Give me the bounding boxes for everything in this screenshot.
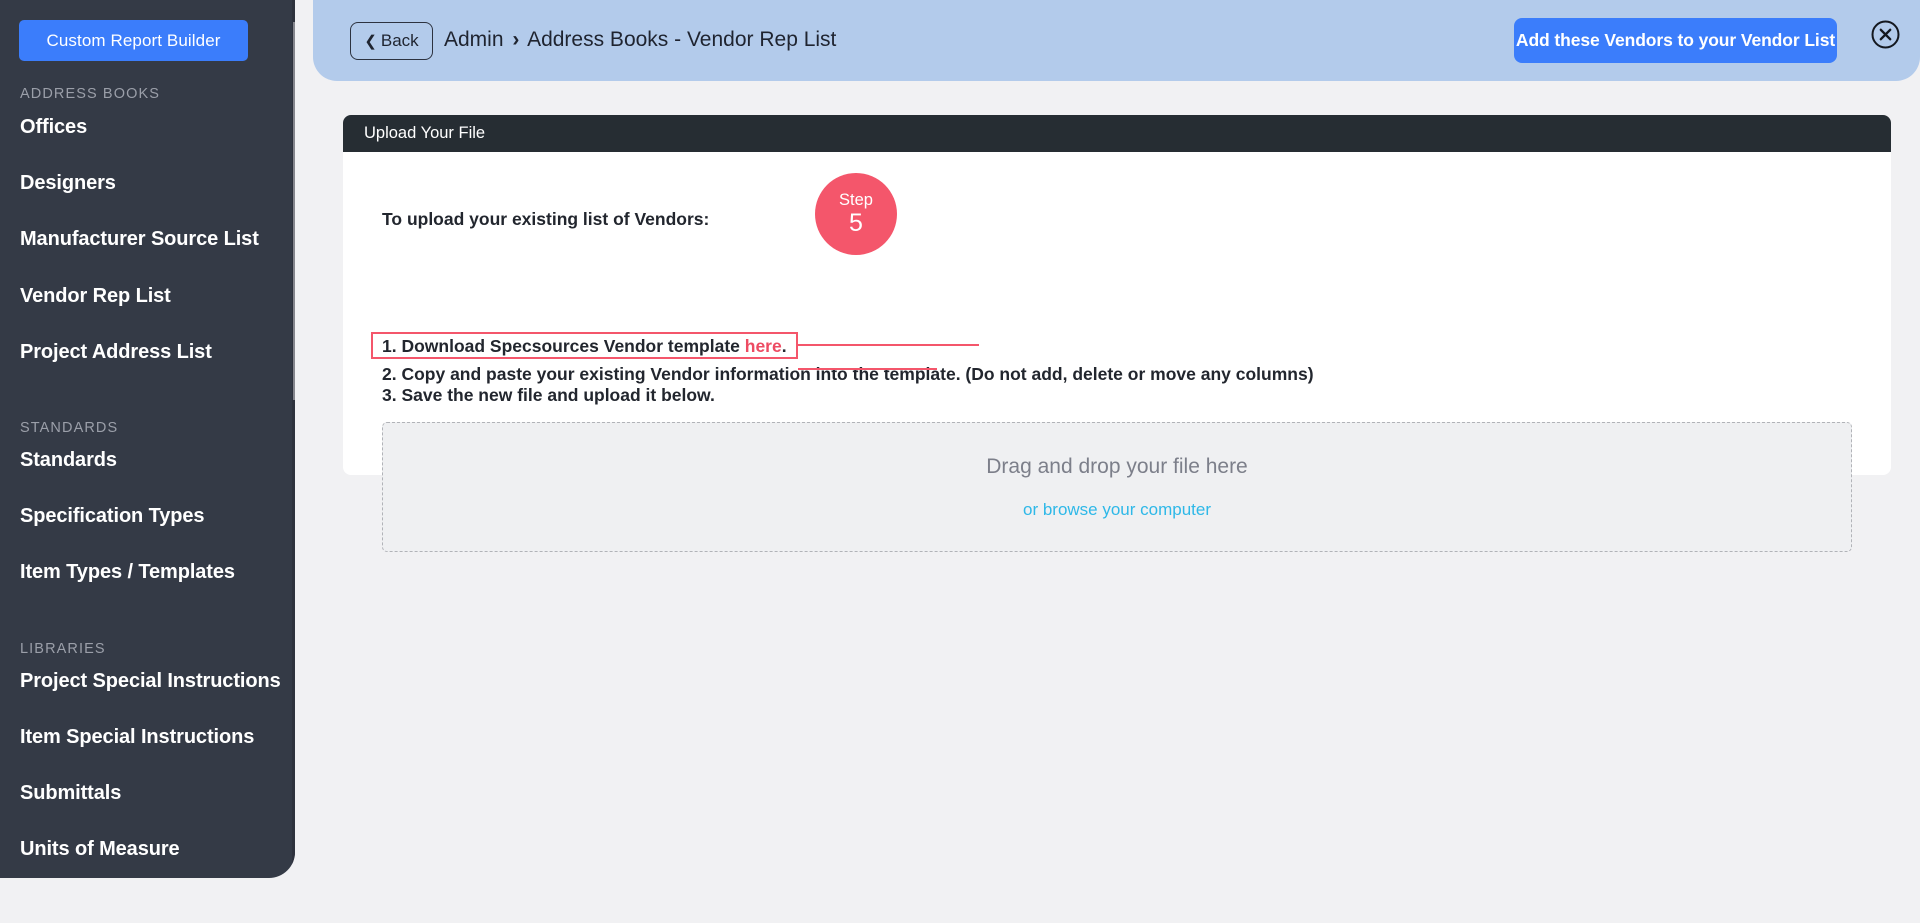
page-header-bar: ❮ Back Admin › Address Books - Vendor Re…: [313, 0, 1920, 81]
sidebar-item-project-address-list[interactable]: Project Address List: [20, 341, 212, 364]
sidebar-item-item-special-instructions[interactable]: Item Special Instructions: [20, 726, 254, 749]
sidebar-item-designers[interactable]: Designers: [20, 172, 116, 195]
sidebar-item-project-special-instructions[interactable]: Project Special Instructions: [20, 670, 281, 693]
sidebar-item-units-of-measure[interactable]: Units of Measure: [20, 838, 180, 861]
file-dropzone[interactable]: Drag and drop your file here or browse y…: [382, 422, 1852, 552]
instructions-step-1-text: 1. Download Specsources Vendor template: [382, 336, 745, 356]
instructions-intro: To upload your existing list of Vendors:: [382, 209, 710, 229]
browse-computer-link[interactable]: or browse your computer: [1023, 500, 1211, 520]
sidebar: Custom Report Builder ADDRESS BOOKS Offi…: [0, 0, 295, 878]
sidebar-item-vendor-rep-list[interactable]: Vendor Rep List: [20, 285, 171, 308]
sidebar-item-specification-types[interactable]: Specification Types: [20, 505, 205, 528]
chevron-left-icon: ❮: [364, 32, 377, 50]
close-circle-icon[interactable]: [1871, 20, 1900, 49]
download-template-link[interactable]: here: [745, 336, 782, 356]
custom-report-builder-button[interactable]: Custom Report Builder: [19, 20, 248, 61]
instructions-step-1-period: .: [781, 336, 787, 356]
sidebar-item-manufacturer-source-list[interactable]: Manufacturer Source List: [20, 228, 259, 251]
breadcrumb-separator: ›: [512, 28, 520, 51]
sidebar-item-standards[interactable]: Standards: [20, 449, 117, 472]
sidebar-item-offices[interactable]: Offices: [20, 116, 87, 139]
card-header: Upload Your File: [343, 115, 1891, 152]
upload-file-card: Upload Your File To upload your existing…: [343, 115, 1891, 552]
card-title: Upload Your File: [364, 124, 486, 142]
back-button-label: Back: [380, 31, 419, 50]
step-highlight-connector-line: [798, 344, 979, 346]
step-badge-number: 5: [849, 208, 863, 237]
sidebar-item-submittals[interactable]: Submittals: [20, 782, 121, 805]
app-root: Custom Report Builder ADDRESS BOOKS Offi…: [0, 0, 1920, 923]
step-badge-word: Step: [839, 191, 873, 210]
add-vendors-to-list-button[interactable]: Add these Vendors to your Vendor List: [1514, 18, 1837, 63]
sidebar-section-label-libraries: LIBRARIES: [20, 641, 106, 657]
chevron-up-icon[interactable]: ▲: [293, 2, 295, 22]
back-button[interactable]: ❮ Back: [350, 22, 433, 60]
instructions-step-3: 3. Save the new file and upload it below…: [382, 385, 715, 405]
chevron-down-icon[interactable]: ▼: [293, 856, 295, 876]
instructions-step-1: 1. Download Specsources Vendor template …: [382, 336, 787, 357]
sidebar-section-label-standards: STANDARDS: [20, 420, 119, 436]
sidebar-section-label-address-books: ADDRESS BOOKS: [20, 86, 160, 102]
breadcrumb: Admin › Address Books - Vendor Rep List: [444, 28, 836, 52]
instructions-step-2: 2. Copy and paste your existing Vendor i…: [382, 364, 1314, 384]
card-body: To upload your existing list of Vendors:…: [343, 152, 1891, 552]
sidebar-scrollbar-thumb[interactable]: [293, 22, 295, 400]
step-badge: Step 5: [815, 173, 897, 255]
breadcrumb-current: Address Books - Vendor Rep List: [527, 28, 837, 51]
sidebar-item-item-types-templates[interactable]: Item Types / Templates: [20, 561, 235, 584]
dropzone-primary-text: Drag and drop your file here: [986, 454, 1248, 478]
breadcrumb-root[interactable]: Admin: [444, 28, 504, 51]
